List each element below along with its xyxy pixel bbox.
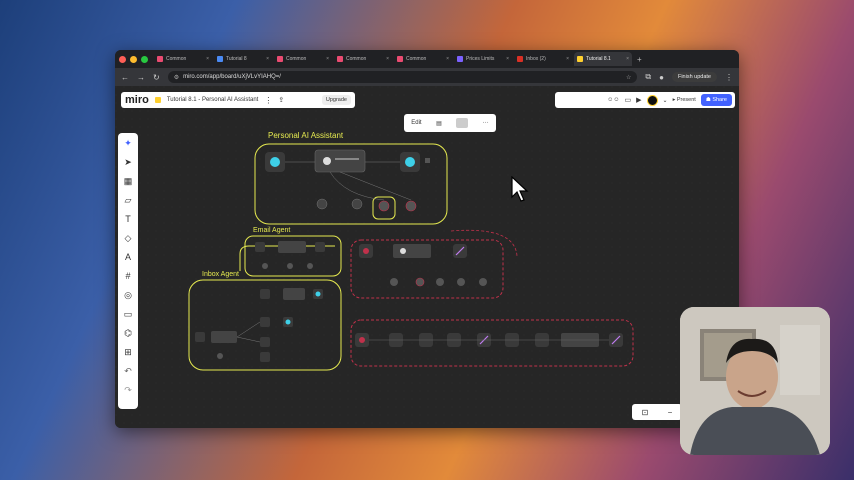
close-tab-icon[interactable]: × <box>326 56 329 62</box>
shapes-icon[interactable]: ◇ <box>125 232 132 245</box>
frame-title-email: Email Agent <box>253 227 290 234</box>
edit-button[interactable]: Edit <box>411 120 421 126</box>
share-button[interactable]: ☗ Share <box>700 94 732 106</box>
profile-icon[interactable]: ● <box>659 73 664 82</box>
miro-collab-bar: ☺☺ ▭ ▶ ⌄ ▸ Present ☗ Share <box>555 92 735 108</box>
templates-icon[interactable]: ▦ <box>124 175 133 188</box>
browser-tab[interactable]: Common × <box>274 52 332 66</box>
close-tab-icon[interactable]: × <box>626 56 629 62</box>
reload-icon[interactable]: ↻ <box>153 73 160 82</box>
avatar[interactable] <box>646 94 658 106</box>
board-icon <box>154 97 161 103</box>
webcam-overlay <box>680 307 830 455</box>
board-menu-icon[interactable]: ⋮ <box>264 96 272 105</box>
n8n-icon <box>277 56 283 62</box>
close-tab-icon[interactable]: × <box>206 56 209 62</box>
mouse-pointer-icon <box>511 176 529 202</box>
n8n-icon <box>157 56 163 62</box>
miro-top-bar: miro Tutorial 8.1 - Personal AI Assistan… <box>121 92 355 108</box>
redo-icon[interactable]: ↷ <box>124 384 132 397</box>
board-diagram: Personal AI Assistant Email Agent Inbox … <box>115 86 739 428</box>
n8n-icon <box>397 56 403 62</box>
browser-tab[interactable]: Prices Limits × <box>454 52 512 66</box>
reactions-icon[interactable]: ☺☺ <box>607 97 619 103</box>
fit-screen-icon[interactable]: ⊡ <box>642 408 649 417</box>
present-button[interactable]: ▸ Present <box>673 97 696 103</box>
browser-tab-active[interactable]: Tutorial 8.1 × <box>574 52 632 66</box>
color-swatch-icon[interactable] <box>456 118 469 128</box>
bookmark-star-icon[interactable]: ☆ <box>626 74 631 81</box>
url-text: miro.com/app/board/uXjVLvYIAHQ=/ <box>183 74 281 80</box>
miro-logo[interactable]: miro <box>125 94 149 106</box>
close-window-button[interactable] <box>119 55 126 63</box>
pricing-icon <box>457 56 463 62</box>
browser-tab[interactable]: Common × <box>154 52 212 66</box>
browser-tab[interactable]: Tutorial 8 × <box>214 52 272 66</box>
minimize-window-button[interactable] <box>130 55 137 63</box>
zoom-out-icon[interactable]: − <box>668 408 673 417</box>
select-cursor-icon[interactable]: ➤ <box>124 156 132 169</box>
window-controls <box>119 55 148 63</box>
chevron-down-icon[interactable]: ⌄ <box>663 97 668 104</box>
comment-icon[interactable]: ▤ <box>436 120 442 127</box>
address-toolbar: ← → ↻ ⚙ miro.com/app/board/uXjVLvYIAHQ=/… <box>115 68 739 86</box>
frame-title-inbox: Inbox Agent <box>202 271 239 278</box>
url-bar[interactable]: ⚙ miro.com/app/board/uXjVLvYIAHQ=/ ☆ <box>167 71 638 83</box>
miro-board-canvas[interactable]: Personal AI Assistant Email Agent Inbox … <box>115 86 739 428</box>
zoom-controls: ⊡ − <box>632 404 682 420</box>
browser-tab[interactable]: Inbox (2) × <box>514 52 572 66</box>
comments-icon[interactable]: ▭ <box>625 96 632 104</box>
upgrade-button[interactable]: Upgrade <box>321 95 351 105</box>
pen-icon[interactable]: A <box>125 251 131 264</box>
tab-bar: Common × Tutorial 8 × Common × Common × Comm… <box>115 50 739 68</box>
close-tab-icon[interactable]: × <box>446 56 449 62</box>
text-tool-icon[interactable]: T <box>125 213 131 226</box>
close-tab-icon[interactable]: × <box>386 56 389 62</box>
extensions-icon[interactable]: ⧉ <box>645 72 651 82</box>
check-icon <box>217 56 223 62</box>
undo-icon[interactable]: ↶ <box>124 365 132 378</box>
close-tab-icon[interactable]: × <box>566 56 569 62</box>
miro-left-toolbar: ✦ ➤ ▦ ▱ T ◇ A # ◎ ▭ ⌬ ⊞ ↶ ↷ <box>118 133 138 409</box>
finish-update-button[interactable]: Finish update <box>671 72 717 82</box>
presenter-video <box>680 307 830 455</box>
gmail-icon <box>517 56 523 62</box>
frame-title-personal: Personal AI Assistant <box>268 131 344 140</box>
browser-window: Common × Tutorial 8 × Common × Common × Comm… <box>115 50 739 428</box>
ai-sparkle-icon[interactable]: ✦ <box>124 137 132 150</box>
browser-tab[interactable]: Common × <box>334 52 392 66</box>
more-menu-icon[interactable]: ⋮ <box>725 73 733 82</box>
connector-icon[interactable]: ◎ <box>124 289 132 302</box>
video-icon[interactable]: ▶ <box>636 96 641 104</box>
close-tab-icon[interactable]: × <box>266 56 269 62</box>
sticky-note-icon[interactable]: ▱ <box>125 194 132 207</box>
maximize-window-button[interactable] <box>141 55 148 63</box>
context-toolbar: Edit ▤ ··· <box>404 114 496 132</box>
board-title[interactable]: Tutorial 8.1 - Personal AI Assistant <box>167 97 259 103</box>
close-tab-icon[interactable]: × <box>506 56 509 62</box>
site-info-icon[interactable]: ⚙ <box>174 74 179 81</box>
add-apps-icon[interactable]: ⊞ <box>124 346 132 359</box>
n8n-icon <box>337 56 343 62</box>
more-options-icon[interactable]: ··· <box>483 120 489 126</box>
comment-tool-icon[interactable]: ▭ <box>124 308 133 321</box>
export-icon[interactable]: ⇪ <box>278 96 284 104</box>
browser-tab[interactable]: Common × <box>394 52 452 66</box>
upload-icon[interactable]: ⌬ <box>124 327 132 340</box>
forward-arrow-icon[interactable]: → <box>137 73 145 82</box>
miro-icon <box>577 56 583 62</box>
new-tab-icon[interactable]: + <box>637 55 642 64</box>
frame-tool-icon[interactable]: # <box>125 270 130 283</box>
back-arrow-icon[interactable]: ← <box>121 73 129 82</box>
